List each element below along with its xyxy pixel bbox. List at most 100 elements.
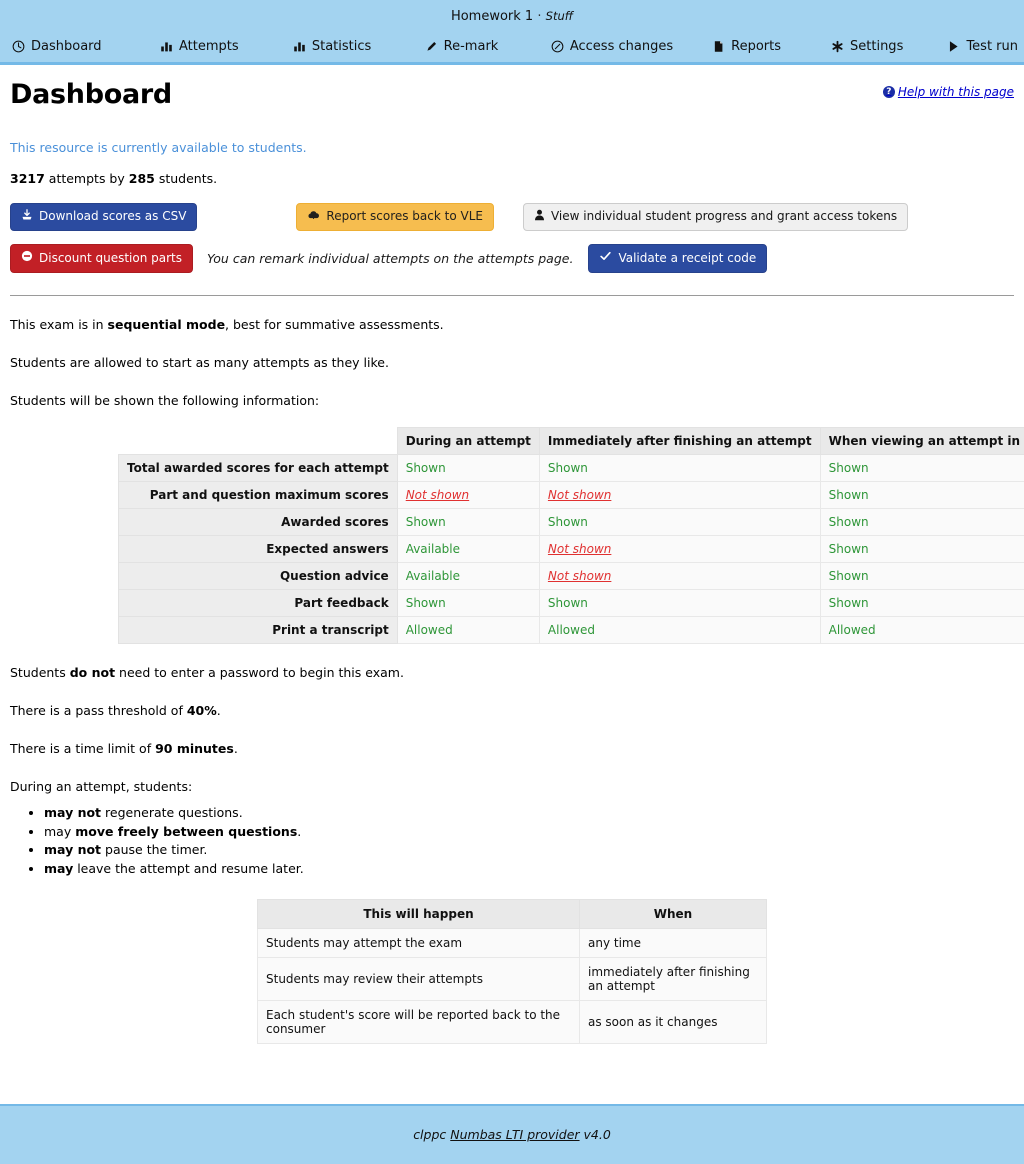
table-cell: Shown xyxy=(820,455,1024,482)
table-cell: Not shown xyxy=(539,563,820,590)
view-student-progress-button[interactable]: View individual student progress and gra… xyxy=(523,203,908,232)
timelimit-bold: 90 minutes xyxy=(155,741,234,756)
password-pre: Students xyxy=(10,665,70,680)
timelimit-post: . xyxy=(234,741,238,756)
action-button-row-2: Discount question parts You can remark i… xyxy=(10,244,1014,273)
download-icon xyxy=(21,209,33,226)
action-button-row-1: Download scores as CSV Report scores bac… xyxy=(10,203,1014,232)
user-icon xyxy=(534,209,545,226)
attempts-word: attempts by xyxy=(49,171,125,186)
table-cell: Allowed xyxy=(397,617,539,644)
table-cell-what: Students may review their attempts xyxy=(258,957,580,1000)
row-header: Print a transcript xyxy=(119,617,398,644)
report-scores-vle-button[interactable]: Report scores back to VLE xyxy=(296,203,494,232)
button-label: View individual student progress and gra… xyxy=(551,209,897,225)
value-text: Not shown xyxy=(406,488,469,502)
validate-receipt-code-button[interactable]: Validate a receipt code xyxy=(588,244,767,273)
information-visibility-table-wrapper: During an attempt Immediately after fini… xyxy=(10,427,1014,644)
value-text: Shown xyxy=(829,461,869,475)
nav-item-settings[interactable]: Settings xyxy=(825,36,909,57)
button-label: Validate a receipt code xyxy=(618,251,756,267)
value-text: Shown xyxy=(829,596,869,610)
nav-item-test-run[interactable]: Test run xyxy=(941,36,1024,57)
table-cell: Allowed xyxy=(539,617,820,644)
nav-label: Access changes xyxy=(570,39,673,54)
file-icon xyxy=(712,40,725,53)
cloud-upload-icon xyxy=(307,209,320,226)
item-rest: . xyxy=(297,824,301,839)
context-title: Stuff xyxy=(546,9,573,23)
item-bold: move freely between questions xyxy=(75,824,297,839)
table-cell: Shown xyxy=(397,590,539,617)
value-text: Shown xyxy=(548,515,588,529)
help-with-this-page-link[interactable]: ? Help with this page xyxy=(883,85,1014,99)
table-row: Students may attempt the exam any time xyxy=(258,928,767,957)
clock-icon xyxy=(551,40,564,53)
availability-status-text: This resource is currently available to … xyxy=(10,140,1014,155)
download-scores-csv-button[interactable]: Download scores as CSV xyxy=(10,203,197,232)
table-cell: Not shown xyxy=(397,482,539,509)
table-cell-when: immediately after finishing an attempt xyxy=(580,957,767,1000)
pencil-icon xyxy=(425,40,438,53)
row-header: Question advice xyxy=(119,563,398,590)
attempt-counts-text: 3217 attempts by 285 students. xyxy=(10,171,1014,186)
item-bold: may not xyxy=(44,805,101,820)
column-header-when: When xyxy=(580,899,767,928)
table-cell-what: Each student's score will be reported ba… xyxy=(258,1000,580,1043)
table-cell: Available xyxy=(397,563,539,590)
nav-item-statistics[interactable]: Statistics xyxy=(287,36,377,57)
footer-prefix: clppc xyxy=(413,1127,450,1142)
item-rest: regenerate questions. xyxy=(101,805,243,820)
table-cell: Available xyxy=(397,536,539,563)
mode-bold: sequential mode xyxy=(108,317,226,332)
bar-chart-icon xyxy=(160,40,173,53)
list-item: may move freely between questions. xyxy=(44,823,1014,842)
list-item: may leave the attempt and resume later. xyxy=(44,860,1014,879)
page-footer: clppc Numbas LTI provider v4.0 xyxy=(0,1104,1024,1164)
item-bold: may not xyxy=(44,842,101,857)
nav-item-reports[interactable]: Reports xyxy=(706,36,787,57)
table-corner-cell xyxy=(119,428,398,455)
value-text: Shown xyxy=(829,542,869,556)
schedule-table: This will happen When Students may attem… xyxy=(257,899,767,1044)
threshold-pre: There is a pass threshold of xyxy=(10,703,187,718)
mode-pre: This exam is in xyxy=(10,317,108,332)
table-cell: Shown xyxy=(820,509,1024,536)
main-navigation: Dashboard Attempts Statistics Re-mark xyxy=(0,31,1024,62)
button-label: Report scores back to VLE xyxy=(326,209,483,225)
table-row: Total awarded scores for each attempt Sh… xyxy=(119,455,1024,482)
schedule-table-body: Students may attempt the exam any time S… xyxy=(258,928,767,1043)
bar-chart-icon xyxy=(293,40,306,53)
table-cell: Shown xyxy=(539,509,820,536)
nav-item-dashboard[interactable]: Dashboard xyxy=(6,36,108,57)
table-row: Awarded scores Shown Shown Shown xyxy=(119,509,1024,536)
value-text: Available xyxy=(406,542,460,556)
nav-item-access-changes[interactable]: Access changes xyxy=(545,36,679,57)
table-cell: Shown xyxy=(397,455,539,482)
numbas-lti-provider-link[interactable]: Numbas LTI provider xyxy=(450,1127,579,1142)
row-header: Part and question maximum scores xyxy=(119,482,398,509)
item-rest: leave the attempt and resume later. xyxy=(73,861,304,876)
table-row: Part feedback Shown Shown Shown xyxy=(119,590,1024,617)
resource-title-bar: Homework 1 · Stuff xyxy=(0,0,1024,31)
question-mark-icon: ? xyxy=(883,86,895,98)
table-cell: Shown xyxy=(820,590,1024,617)
item-rest: pause the timer. xyxy=(101,842,207,857)
page-content: Dashboard ? Help with this page This res… xyxy=(0,65,1024,1164)
password-requirement-text: Students do not need to enter a password… xyxy=(10,665,1014,682)
row-header: Part feedback xyxy=(119,590,398,617)
resource-title: Homework 1 xyxy=(451,9,533,24)
discount-question-parts-button[interactable]: Discount question parts xyxy=(10,244,193,273)
exam-mode-text: This exam is in sequential mode, best fo… xyxy=(10,317,1014,334)
column-header-during-attempt: During an attempt xyxy=(397,428,539,455)
pass-threshold-text: There is a pass threshold of 40%. xyxy=(10,703,1014,720)
table-header-row: During an attempt Immediately after fini… xyxy=(119,428,1024,455)
schedule-table-wrapper: This will happen When Students may attem… xyxy=(10,899,1014,1044)
nav-item-re-mark[interactable]: Re-mark xyxy=(419,36,505,57)
button-label: Download scores as CSV xyxy=(39,209,186,225)
attempts-allowed-text: Students are allowed to start as many at… xyxy=(10,355,1014,372)
attempts-count: 3217 xyxy=(10,171,45,186)
nav-item-attempts[interactable]: Attempts xyxy=(154,36,245,57)
table-cell: Shown xyxy=(397,509,539,536)
mode-post: , best for summative assessments. xyxy=(225,317,444,332)
